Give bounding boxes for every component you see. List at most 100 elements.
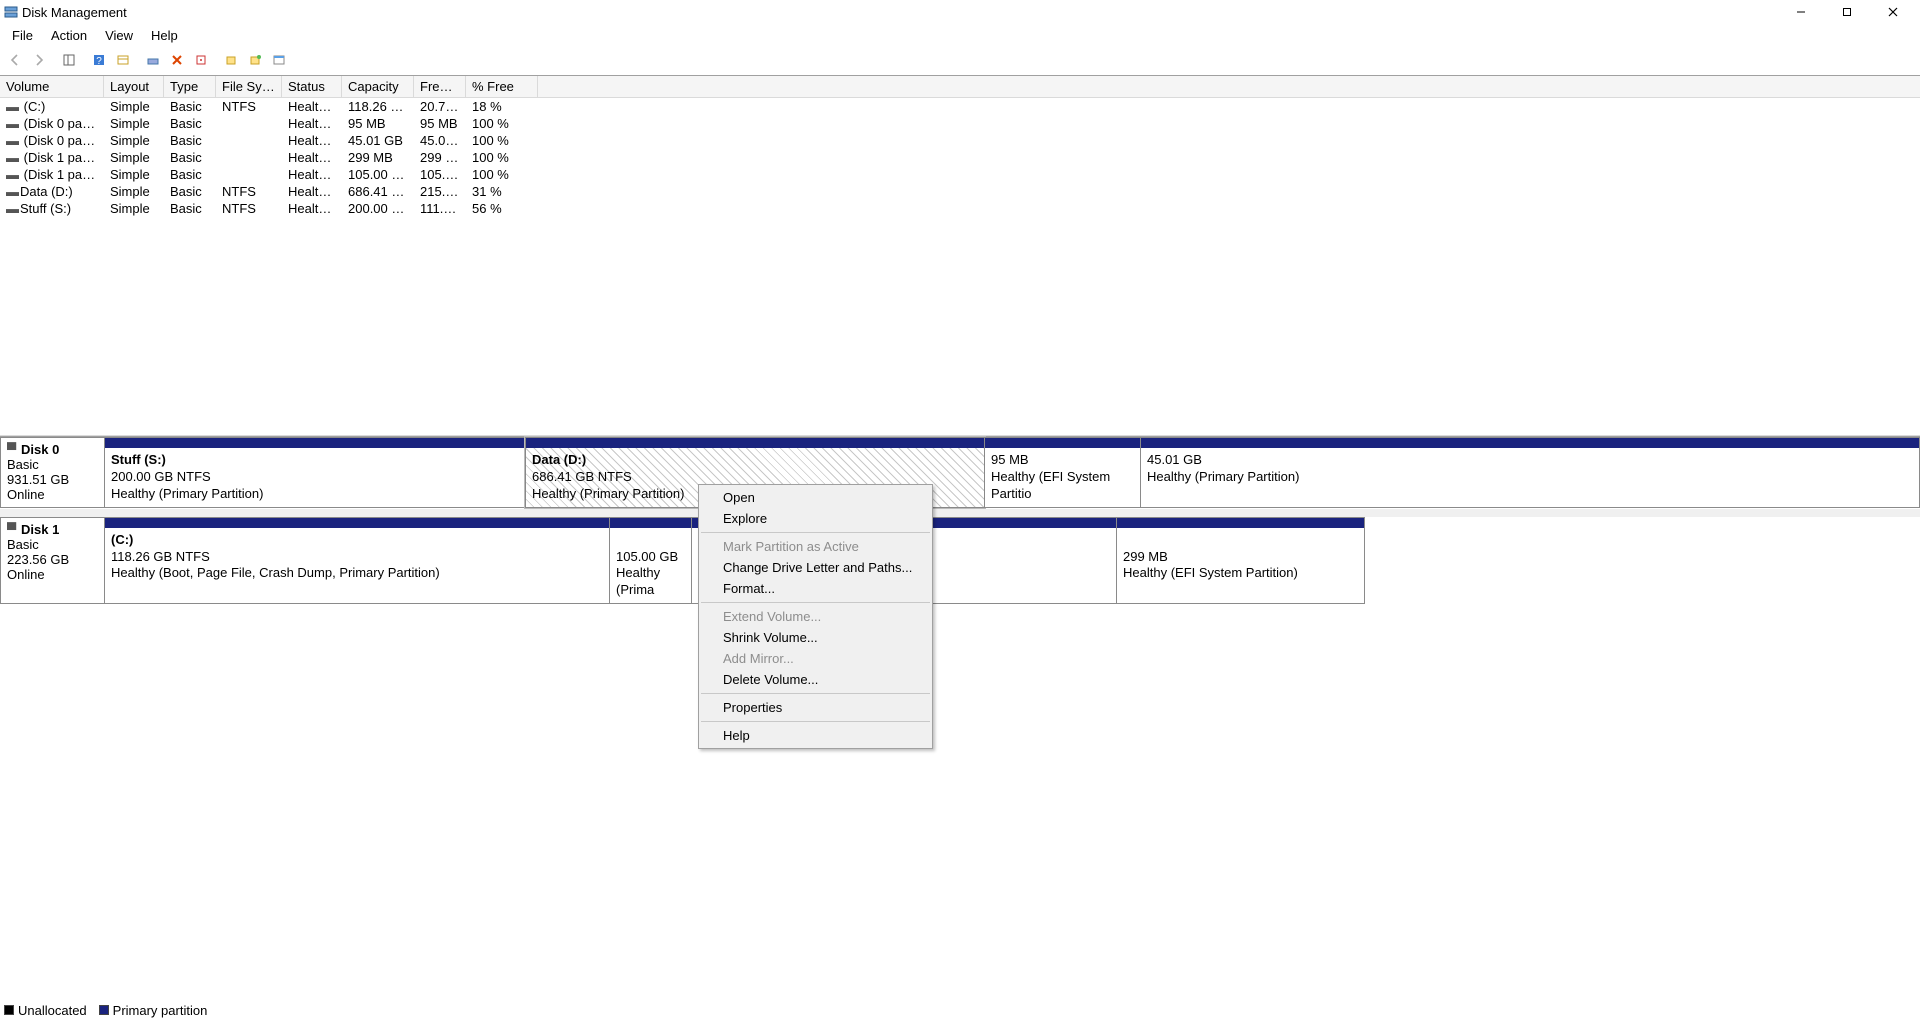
col-file-system[interactable]: File System xyxy=(216,76,282,97)
menu-view[interactable]: View xyxy=(97,26,141,45)
partition-c[interactable]: (C:) 118.26 GB NTFS Healthy (Boot, Page … xyxy=(105,517,610,605)
app-icon xyxy=(4,5,18,19)
partition-status: Healthy (Prima xyxy=(616,565,685,599)
volume-list[interactable]: Volume Layout Type File System Status Ca… xyxy=(0,76,1920,436)
minimize-button[interactable] xyxy=(1778,0,1824,24)
ctx-add-mirror: Add Mirror... xyxy=(699,648,932,669)
menu-help[interactable]: Help xyxy=(143,26,186,45)
col-free-space[interactable]: Free S... xyxy=(414,76,466,97)
ctx-explore[interactable]: Explore xyxy=(699,508,932,529)
back-button[interactable] xyxy=(4,49,26,71)
partition-name: (C:) xyxy=(111,532,603,549)
ctx-open[interactable]: Open xyxy=(699,487,932,508)
col-type[interactable]: Type xyxy=(164,76,216,97)
partition-105gb[interactable]: 105.00 GB Healthy (Prima xyxy=(610,517,692,605)
drive-icon: ▬ xyxy=(6,167,16,182)
disk-name: Disk 0 xyxy=(21,442,59,457)
table-row[interactable]: ▬ (Disk 1 partitio...SimpleBasicHealthy … xyxy=(0,149,1920,166)
menu-file[interactable]: File xyxy=(4,26,41,45)
col-status[interactable]: Status xyxy=(282,76,342,97)
disk-icon: ▀ xyxy=(7,522,19,537)
disk-row-0: ▀Disk 0 Basic 931.51 GB Online Stuff (S:… xyxy=(0,437,1920,509)
drive-icon: ▬ xyxy=(6,201,16,216)
ctx-properties[interactable]: Properties xyxy=(699,697,932,718)
partition-size-fs: 95 MB xyxy=(991,452,1134,469)
table-header: Volume Layout Type File System Status Ca… xyxy=(0,76,1920,98)
partition-colorbar xyxy=(610,518,691,528)
drive-icon: ▬ xyxy=(6,184,16,199)
partition-colorbar xyxy=(985,438,1140,448)
partition-45gb[interactable]: 45.01 GB Healthy (Primary Partition) xyxy=(1141,437,1920,508)
ctx-delete-volume[interactable]: Delete Volume... xyxy=(699,669,932,690)
partition-name: Data (D:) xyxy=(532,452,978,469)
legend-primary: Primary partition xyxy=(99,1003,208,1018)
swatch-unallocated xyxy=(4,1005,14,1015)
delete-button[interactable] xyxy=(166,49,188,71)
drive-icon: ▬ xyxy=(6,133,16,148)
partition-size-fs: 45.01 GB xyxy=(1147,452,1913,469)
view-button[interactable] xyxy=(268,49,290,71)
partition-name: Stuff (S:) xyxy=(111,452,518,469)
ctx-mark-active: Mark Partition as Active xyxy=(699,536,932,557)
partition-size-fs: 105.00 GB xyxy=(616,549,685,566)
table-row[interactable]: ▬ (Disk 1 partitio...SimpleBasicHealthy … xyxy=(0,166,1920,183)
partition-status: Healthy (EFI System Partitio xyxy=(991,469,1134,503)
refresh-button[interactable] xyxy=(112,49,134,71)
properties-button[interactable] xyxy=(190,49,212,71)
help-button[interactable]: ? xyxy=(88,49,110,71)
ctx-change-drive-letter[interactable]: Change Drive Letter and Paths... xyxy=(699,557,932,578)
close-button[interactable] xyxy=(1870,0,1916,24)
ctx-shrink-volume[interactable]: Shrink Volume... xyxy=(699,627,932,648)
forward-button[interactable] xyxy=(28,49,50,71)
legend: Unallocated Primary partition xyxy=(4,1003,207,1018)
table-row[interactable]: ▬Data (D:)SimpleBasicNTFSHealthy ...686.… xyxy=(0,183,1920,200)
partition-colorbar xyxy=(1141,438,1919,448)
disk-row-1: ▀Disk 1 Basic 223.56 GB Online (C:) 118.… xyxy=(0,517,1920,606)
ctx-separator xyxy=(701,693,930,694)
maximize-button[interactable] xyxy=(1824,0,1870,24)
svg-text:?: ? xyxy=(96,56,102,67)
partition-stuff-s[interactable]: Stuff (S:) 200.00 GB NTFS Healthy (Prima… xyxy=(105,437,525,508)
partition-efi-95mb[interactable]: 95 MB Healthy (EFI System Partitio xyxy=(985,437,1141,508)
disk-state: Online xyxy=(7,567,45,582)
show-hide-console-tree-button[interactable] xyxy=(58,49,80,71)
menu-bar: File Action View Help xyxy=(0,24,1920,47)
col-capacity[interactable]: Capacity xyxy=(342,76,414,97)
context-menu: Open Explore Mark Partition as Active Ch… xyxy=(698,484,933,749)
partition-status: Healthy (Boot, Page File, Crash Dump, Pr… xyxy=(111,565,603,582)
table-row[interactable]: ▬ (Disk 0 partitio...SimpleBasicHealthy … xyxy=(0,115,1920,132)
disk-info-1[interactable]: ▀Disk 1 Basic 223.56 GB Online xyxy=(0,517,105,605)
partition-size-fs: 200.00 GB NTFS xyxy=(111,469,518,486)
partition-status: Healthy (Primary Partition) xyxy=(111,486,518,503)
col-pct-free[interactable]: % Free xyxy=(466,76,538,97)
disk-type: Basic xyxy=(7,537,39,552)
ctx-separator xyxy=(701,532,930,533)
partition-status: Healthy (EFI System Partition) xyxy=(1123,565,1358,582)
disk-icon: ▀ xyxy=(7,442,19,457)
disk-map: ▀Disk 0 Basic 931.51 GB Online Stuff (S:… xyxy=(0,436,1920,605)
new-volume-button[interactable] xyxy=(220,49,242,71)
disk-info-0[interactable]: ▀Disk 0 Basic 931.51 GB Online xyxy=(0,437,105,508)
legend-unallocated: Unallocated xyxy=(4,1003,87,1018)
drive-icon: ▬ xyxy=(6,150,16,165)
table-row[interactable]: ▬ (Disk 0 partitio...SimpleBasicHealthy … xyxy=(0,132,1920,149)
action-button[interactable] xyxy=(244,49,266,71)
table-row[interactable]: ▬ (C:)SimpleBasicNTFSHealthy ...118.26 G… xyxy=(0,98,1920,115)
ctx-help[interactable]: Help xyxy=(699,725,932,746)
menu-action[interactable]: Action xyxy=(43,26,95,45)
col-volume[interactable]: Volume xyxy=(0,76,104,97)
table-row[interactable]: ▬Stuff (S:)SimpleBasicNTFSHealthy ...200… xyxy=(0,200,1920,217)
partition-size-fs: 299 MB xyxy=(1123,549,1358,566)
partition-name xyxy=(616,532,685,549)
disk-state: Online xyxy=(7,487,45,502)
settings-button[interactable] xyxy=(142,49,164,71)
partition-efi-299mb[interactable]: 299 MB Healthy (EFI System Partition) xyxy=(1117,517,1365,605)
partition-colorbar xyxy=(526,438,984,448)
ctx-separator xyxy=(701,602,930,603)
table-body: ▬ (C:)SimpleBasicNTFSHealthy ...118.26 G… xyxy=(0,98,1920,217)
drive-icon: ▬ xyxy=(6,99,16,114)
col-layout[interactable]: Layout xyxy=(104,76,164,97)
disk-size: 223.56 GB xyxy=(7,552,69,567)
disk-name: Disk 1 xyxy=(21,522,59,537)
ctx-format[interactable]: Format... xyxy=(699,578,932,599)
